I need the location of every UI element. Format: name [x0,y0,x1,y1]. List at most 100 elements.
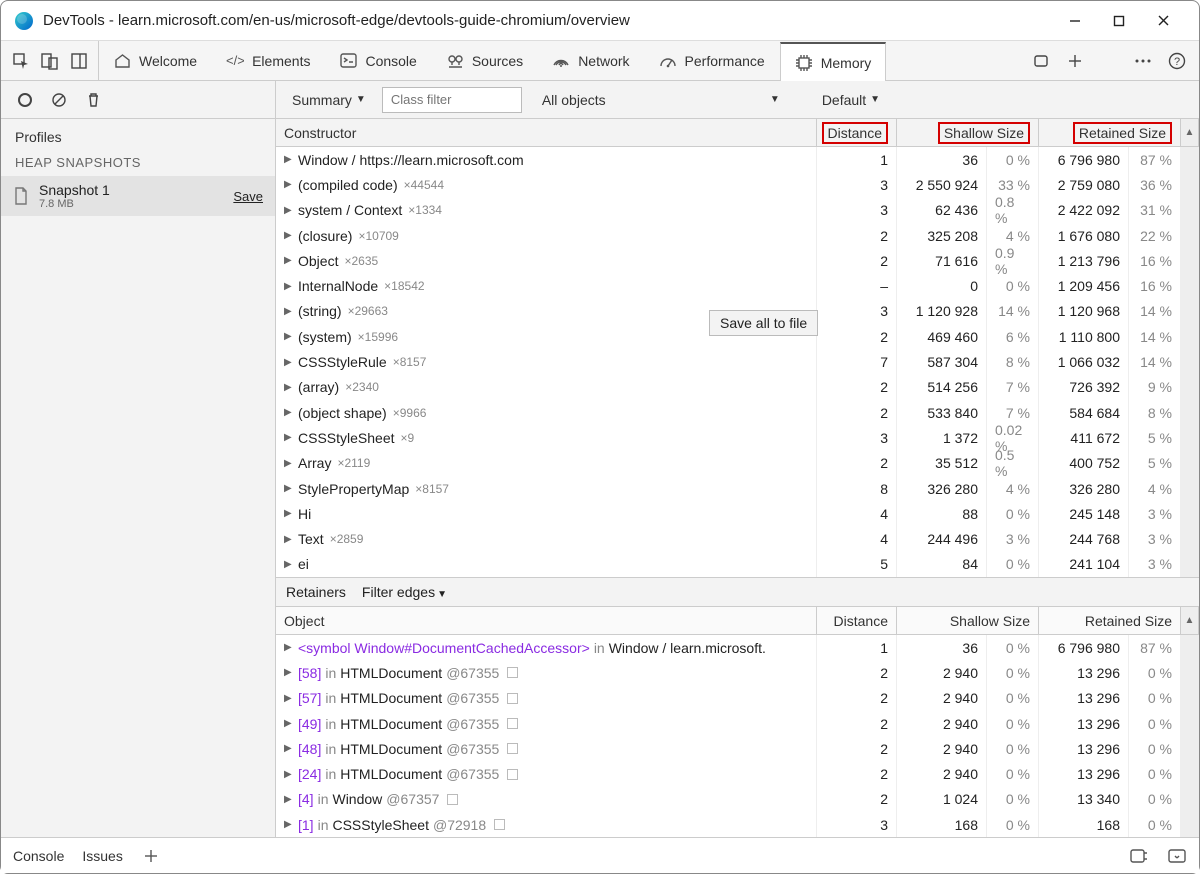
edge-devtools-icon [15,12,33,30]
constructor-row[interactable]: ▶(compiled code)×4454432 550 92433 %2 75… [276,172,1199,197]
constructors-grid: Constructor Distance Shallow Size Retain… [276,119,1199,577]
inspect-tools [1,41,99,80]
col-r-distance[interactable]: Distance [817,607,897,634]
tab-console[interactable]: Console [325,41,431,80]
constructor-row[interactable]: ▶Hi4880 %245 1483 % [276,501,1199,526]
col-constructor[interactable]: Constructor [276,119,817,146]
title-bar: DevTools - learn.microsoft.com/en-us/mic… [1,1,1199,41]
tab-network[interactable]: Network [538,41,644,80]
overflow-tab-icon[interactable] [1031,51,1051,71]
retainers-grid: Object Distance Shallow Size Retained Si… [276,607,1199,837]
console-icon [339,52,357,70]
welcome-icon [113,52,131,70]
snapshot-item[interactable]: Snapshot 1 7.8 MB Save [1,176,275,216]
constructor-row[interactable]: ▶Window / https://learn.microsoft.com136… [276,147,1199,172]
filter-edges-select[interactable]: Filter edges▼ [362,584,447,600]
more-icon[interactable] [1133,51,1153,71]
maximize-button[interactable] [1097,6,1141,36]
filter-bar: Summary▼ All objects▼ Default▼ [276,81,1199,119]
constructor-row[interactable]: ▶(object shape)×99662533 8407 %584 6848 … [276,400,1199,425]
snapshot-size: 7.8 MB [39,198,110,210]
memory-icon [795,54,813,72]
constructors-body[interactable]: ▶Window / https://learn.microsoft.com136… [276,147,1199,577]
delete-icon[interactable] [83,90,103,110]
heap-snapshots-label: HEAP SNAPSHOTS [1,151,275,176]
main-tab-strip: Welcome</>ElementsConsoleSourcesNetworkP… [1,41,1199,81]
col-retained[interactable]: Retained Size [1039,119,1181,146]
elements-icon: </> [226,52,244,70]
class-filter-input[interactable] [382,87,522,113]
col-object[interactable]: Object [276,607,817,634]
save-all-tooltip: Save all to file [709,310,818,336]
tab-elements[interactable]: </>Elements [212,41,325,80]
drawer-tool-icon[interactable] [1129,846,1149,866]
tabstrip-right-tools: ? [1019,41,1199,80]
tab-welcome[interactable]: Welcome [99,41,212,80]
col-r-retained[interactable]: Retained Size [1039,607,1181,634]
constructor-row[interactable]: ▶Object×2635271 6160.9 %1 213 79616 % [276,248,1199,273]
drawer-console[interactable]: Console [13,848,64,864]
snapshot-file-icon [13,187,31,205]
constructor-row[interactable]: ▶CSSStyleRule×81577587 3048 %1 066 03214… [276,349,1199,374]
device-toolbar-icon[interactable] [40,51,59,70]
close-button[interactable] [1141,6,1185,36]
tab-memory[interactable]: Memory [780,42,887,81]
drawer: Console Issues [1,837,1199,873]
constructor-row[interactable]: ▶ei5840 %241 1043 % [276,552,1199,577]
col-distance[interactable]: Distance [817,119,897,146]
clear-icon[interactable] [49,90,69,110]
minimize-button[interactable] [1053,6,1097,36]
tab-performance[interactable]: Performance [645,41,780,80]
help-icon[interactable]: ? [1167,51,1187,71]
retainer-row[interactable]: ▶[1] in CSSStyleSheet @7291831680 %1680 … [276,812,1199,837]
save-snapshot-link[interactable]: Save [233,189,263,204]
tab-sources[interactable]: Sources [432,41,538,80]
svg-text:?: ? [1174,56,1180,68]
constructor-row[interactable]: ▶Array×2119235 5120.5 %400 7525 % [276,451,1199,476]
scroll-up-icon[interactable]: ▲ [1181,119,1199,146]
retainers-bar: Retainers Filter edges▼ [276,577,1199,607]
constructor-row[interactable]: ▶StylePropertyMap×81578326 2804 %326 280… [276,476,1199,501]
default-select[interactable]: Default▼ [816,88,886,112]
window-title: DevTools - learn.microsoft.com/en-us/mic… [43,12,1053,29]
retainer-row[interactable]: ▶[48] in HTMLDocument @6735522 9400 %13 … [276,736,1199,761]
snapshot-name: Snapshot 1 [39,182,110,198]
constructor-row[interactable]: ▶InternalNode×18542–00 %1 209 45616 % [276,273,1199,298]
add-tab-icon[interactable] [1065,51,1085,71]
objects-select[interactable]: All objects▼ [536,88,786,112]
scroll-up-icon[interactable]: ▲ [1181,607,1199,634]
retainer-row[interactable]: ▶[24] in HTMLDocument @6735522 9400 %13 … [276,761,1199,786]
constructor-row[interactable]: ▶system / Context×1334362 4360.8 %2 422 … [276,198,1199,223]
record-icon[interactable] [15,90,35,110]
inspect-element-icon[interactable] [11,51,30,70]
performance-icon [659,52,677,70]
retainer-row[interactable]: ▶[58] in HTMLDocument @6735522 9400 %13 … [276,660,1199,685]
svg-text:</>: </> [226,54,244,68]
retainers-body[interactable]: ▶<symbol Window#DocumentCachedAccessor> … [276,635,1199,837]
col-shallow[interactable]: Shallow Size [897,119,1039,146]
retainers-header: Object Distance Shallow Size Retained Si… [276,607,1199,635]
retainer-row[interactable]: ▶[57] in HTMLDocument @6735522 9400 %13 … [276,686,1199,711]
profiles-sidebar: Profiles HEAP SNAPSHOTS Snapshot 1 7.8 M… [1,81,276,837]
sources-icon [446,52,464,70]
constructor-row[interactable]: ▶Text×28594244 4963 %244 7683 % [276,526,1199,551]
dock-side-icon[interactable] [69,51,88,70]
expand-drawer-icon[interactable] [1167,846,1187,866]
constructors-header: Constructor Distance Shallow Size Retain… [276,119,1199,147]
drawer-issues[interactable]: Issues [82,848,122,864]
memory-main: Summary▼ All objects▼ Default▼ Construct… [276,81,1199,837]
retainer-row[interactable]: ▶[4] in Window @6735721 0240 %13 3400 % [276,787,1199,812]
retainers-label[interactable]: Retainers [286,584,346,600]
network-icon [552,52,570,70]
add-drawer-icon[interactable] [141,846,161,866]
retainer-row[interactable]: ▶[49] in HTMLDocument @6735522 9400 %13 … [276,711,1199,736]
main-tabs: Welcome</>ElementsConsoleSourcesNetworkP… [99,41,1019,80]
constructor-row[interactable]: ▶CSSStyleSheet×931 3720.02 %411 6725 % [276,425,1199,450]
profiles-label: Profiles [1,119,275,151]
constructor-row[interactable]: ▶(array)×23402514 2567 %726 3929 % [276,375,1199,400]
sidebar-tools [1,81,275,119]
col-r-shallow[interactable]: Shallow Size [897,607,1039,634]
view-select[interactable]: Summary▼ [286,88,372,112]
constructor-row[interactable]: ▶(closure)×107092325 2084 %1 676 08022 % [276,223,1199,248]
retainer-row[interactable]: ▶<symbol Window#DocumentCachedAccessor> … [276,635,1199,660]
